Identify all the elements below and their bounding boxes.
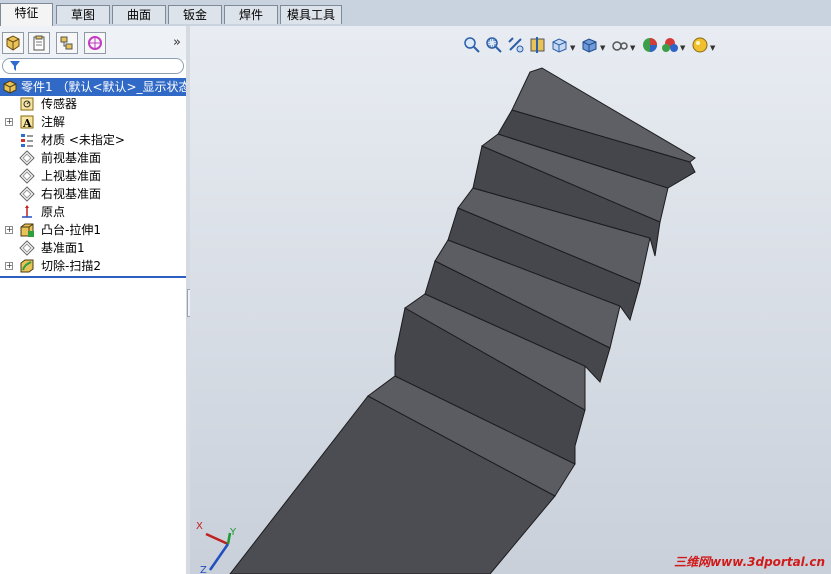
tree-item-label: 上视基准面	[41, 169, 102, 183]
tab-sketch[interactable]: 草图	[56, 5, 110, 24]
expand-toggle[interactable]: +	[5, 262, 13, 270]
tree-root-part[interactable]: 零件1 （默认<默认>_显示状态	[0, 78, 191, 96]
tree-root-label: 零件1 （默认<默认>_显示状态	[21, 80, 191, 94]
tab-weldments[interactable]: 焊件	[224, 5, 278, 24]
tree-item-label: 基准面1	[41, 241, 85, 255]
chevron-down-icon[interactable]: ▼	[710, 44, 715, 52]
extrude-icon	[20, 223, 34, 237]
triad-x-label: X	[196, 521, 203, 532]
property-manager-icon	[33, 35, 45, 51]
tree-item-label: 注解	[41, 115, 66, 129]
command-manager-tabs: 特征 草图 曲面 钣金 焊件 模具工具	[0, 0, 831, 26]
feature-manager-panel: » 零件1 （默认<默认>_显示状态 传感器 + A 注解 材质 <未指定> 前…	[0, 26, 191, 574]
sweep-cut-icon	[20, 259, 34, 273]
view-orientation-icon[interactable]	[551, 36, 569, 54]
tree-filter-input[interactable]	[2, 58, 184, 74]
view-settings-icon[interactable]	[691, 36, 709, 54]
tree-item-label: 凸台-拉伸1	[41, 223, 101, 237]
tree-item-label: 切除-扫描2	[41, 259, 101, 273]
tab-sheet-metal[interactable]: 钣金	[168, 5, 222, 24]
property-manager-tab[interactable]	[28, 32, 50, 54]
watermark: 三维网www.3dportal.cn	[674, 555, 825, 569]
chevron-down-icon[interactable]: ▼	[630, 44, 635, 52]
chevron-down-icon[interactable]: ▼	[570, 44, 575, 52]
plane-icon	[19, 186, 35, 202]
display-style-icon[interactable]	[581, 36, 599, 54]
dim-xpert-icon	[88, 36, 102, 50]
tree-item-label: 右视基准面	[41, 187, 102, 201]
svg-text:A: A	[22, 117, 32, 130]
section-view-icon[interactable]	[529, 36, 547, 54]
tree-item-top-plane[interactable]: 上视基准面	[0, 167, 186, 185]
tree-item-label: 材质 <未指定>	[41, 133, 125, 147]
tree-item-label: 前视基准面	[41, 151, 102, 165]
triad-z-label: Z	[200, 565, 207, 574]
sensor-icon	[20, 97, 34, 111]
graphics-area[interactable]: ▼ ▼ ▼ ▼ ▼	[190, 26, 831, 574]
edit-appearance-icon[interactable]	[641, 36, 659, 54]
tree-item-material[interactable]: 材质 <未指定>	[0, 131, 186, 149]
tree-item-plane1[interactable]: 基准面1	[0, 239, 186, 257]
plane-icon	[19, 150, 35, 166]
collapse-panel-button[interactable]: »	[173, 35, 181, 50]
part-icon	[3, 80, 17, 94]
tree-item-label: 原点	[41, 205, 66, 219]
hide-show-icon[interactable]	[611, 36, 629, 54]
previous-view-icon[interactable]	[507, 36, 525, 54]
tab-features[interactable]: 特征	[0, 3, 53, 26]
zoom-to-area-icon[interactable]	[485, 36, 503, 54]
filter-icon	[10, 61, 20, 71]
tree-item-label: 传感器	[41, 97, 78, 111]
panel-tabs: »	[0, 26, 186, 60]
material-icon	[21, 134, 33, 147]
heads-up-view-toolbar: ▼ ▼ ▼ ▼ ▼	[463, 36, 753, 56]
plane-icon	[19, 168, 35, 184]
tree-item-front-plane[interactable]: 前视基准面	[0, 149, 186, 167]
tree-item-origin[interactable]: 原点	[0, 203, 186, 221]
reference-triad: X Y Z	[196, 521, 237, 574]
triad-y-label: Y	[229, 527, 237, 538]
part-model	[229, 67, 696, 574]
configuration-manager-tab[interactable]	[56, 32, 78, 54]
tree-item-sensors[interactable]: 传感器	[0, 95, 186, 113]
expand-toggle[interactable]: +	[5, 118, 13, 126]
annotation-icon: A	[20, 115, 34, 130]
tab-mold-tools[interactable]: 模具工具	[280, 5, 342, 24]
tree-item-right-plane[interactable]: 右视基准面	[0, 185, 186, 203]
apply-scene-icon[interactable]	[661, 36, 679, 54]
chevron-down-icon[interactable]: ▼	[680, 44, 685, 52]
tree-item-annotations[interactable]: + A 注解	[0, 113, 186, 131]
origin-icon	[22, 205, 32, 218]
expand-toggle[interactable]: +	[5, 226, 13, 234]
feature-manager-icon	[6, 35, 20, 51]
tree-item-boss-extrude1[interactable]: + 凸台-拉伸1	[0, 221, 186, 239]
plane-icon	[19, 240, 35, 256]
dim-xpert-tab[interactable]	[84, 32, 106, 54]
zoom-to-fit-icon[interactable]	[463, 36, 481, 54]
tab-surfaces[interactable]: 曲面	[112, 5, 166, 24]
tree-item-cut-sweep2[interactable]: + 切除-扫描2	[0, 257, 186, 275]
rollback-bar[interactable]	[0, 276, 186, 278]
chevron-down-icon[interactable]: ▼	[600, 44, 605, 52]
configuration-manager-icon	[60, 36, 73, 50]
feature-manager-tab[interactable]	[2, 32, 24, 54]
